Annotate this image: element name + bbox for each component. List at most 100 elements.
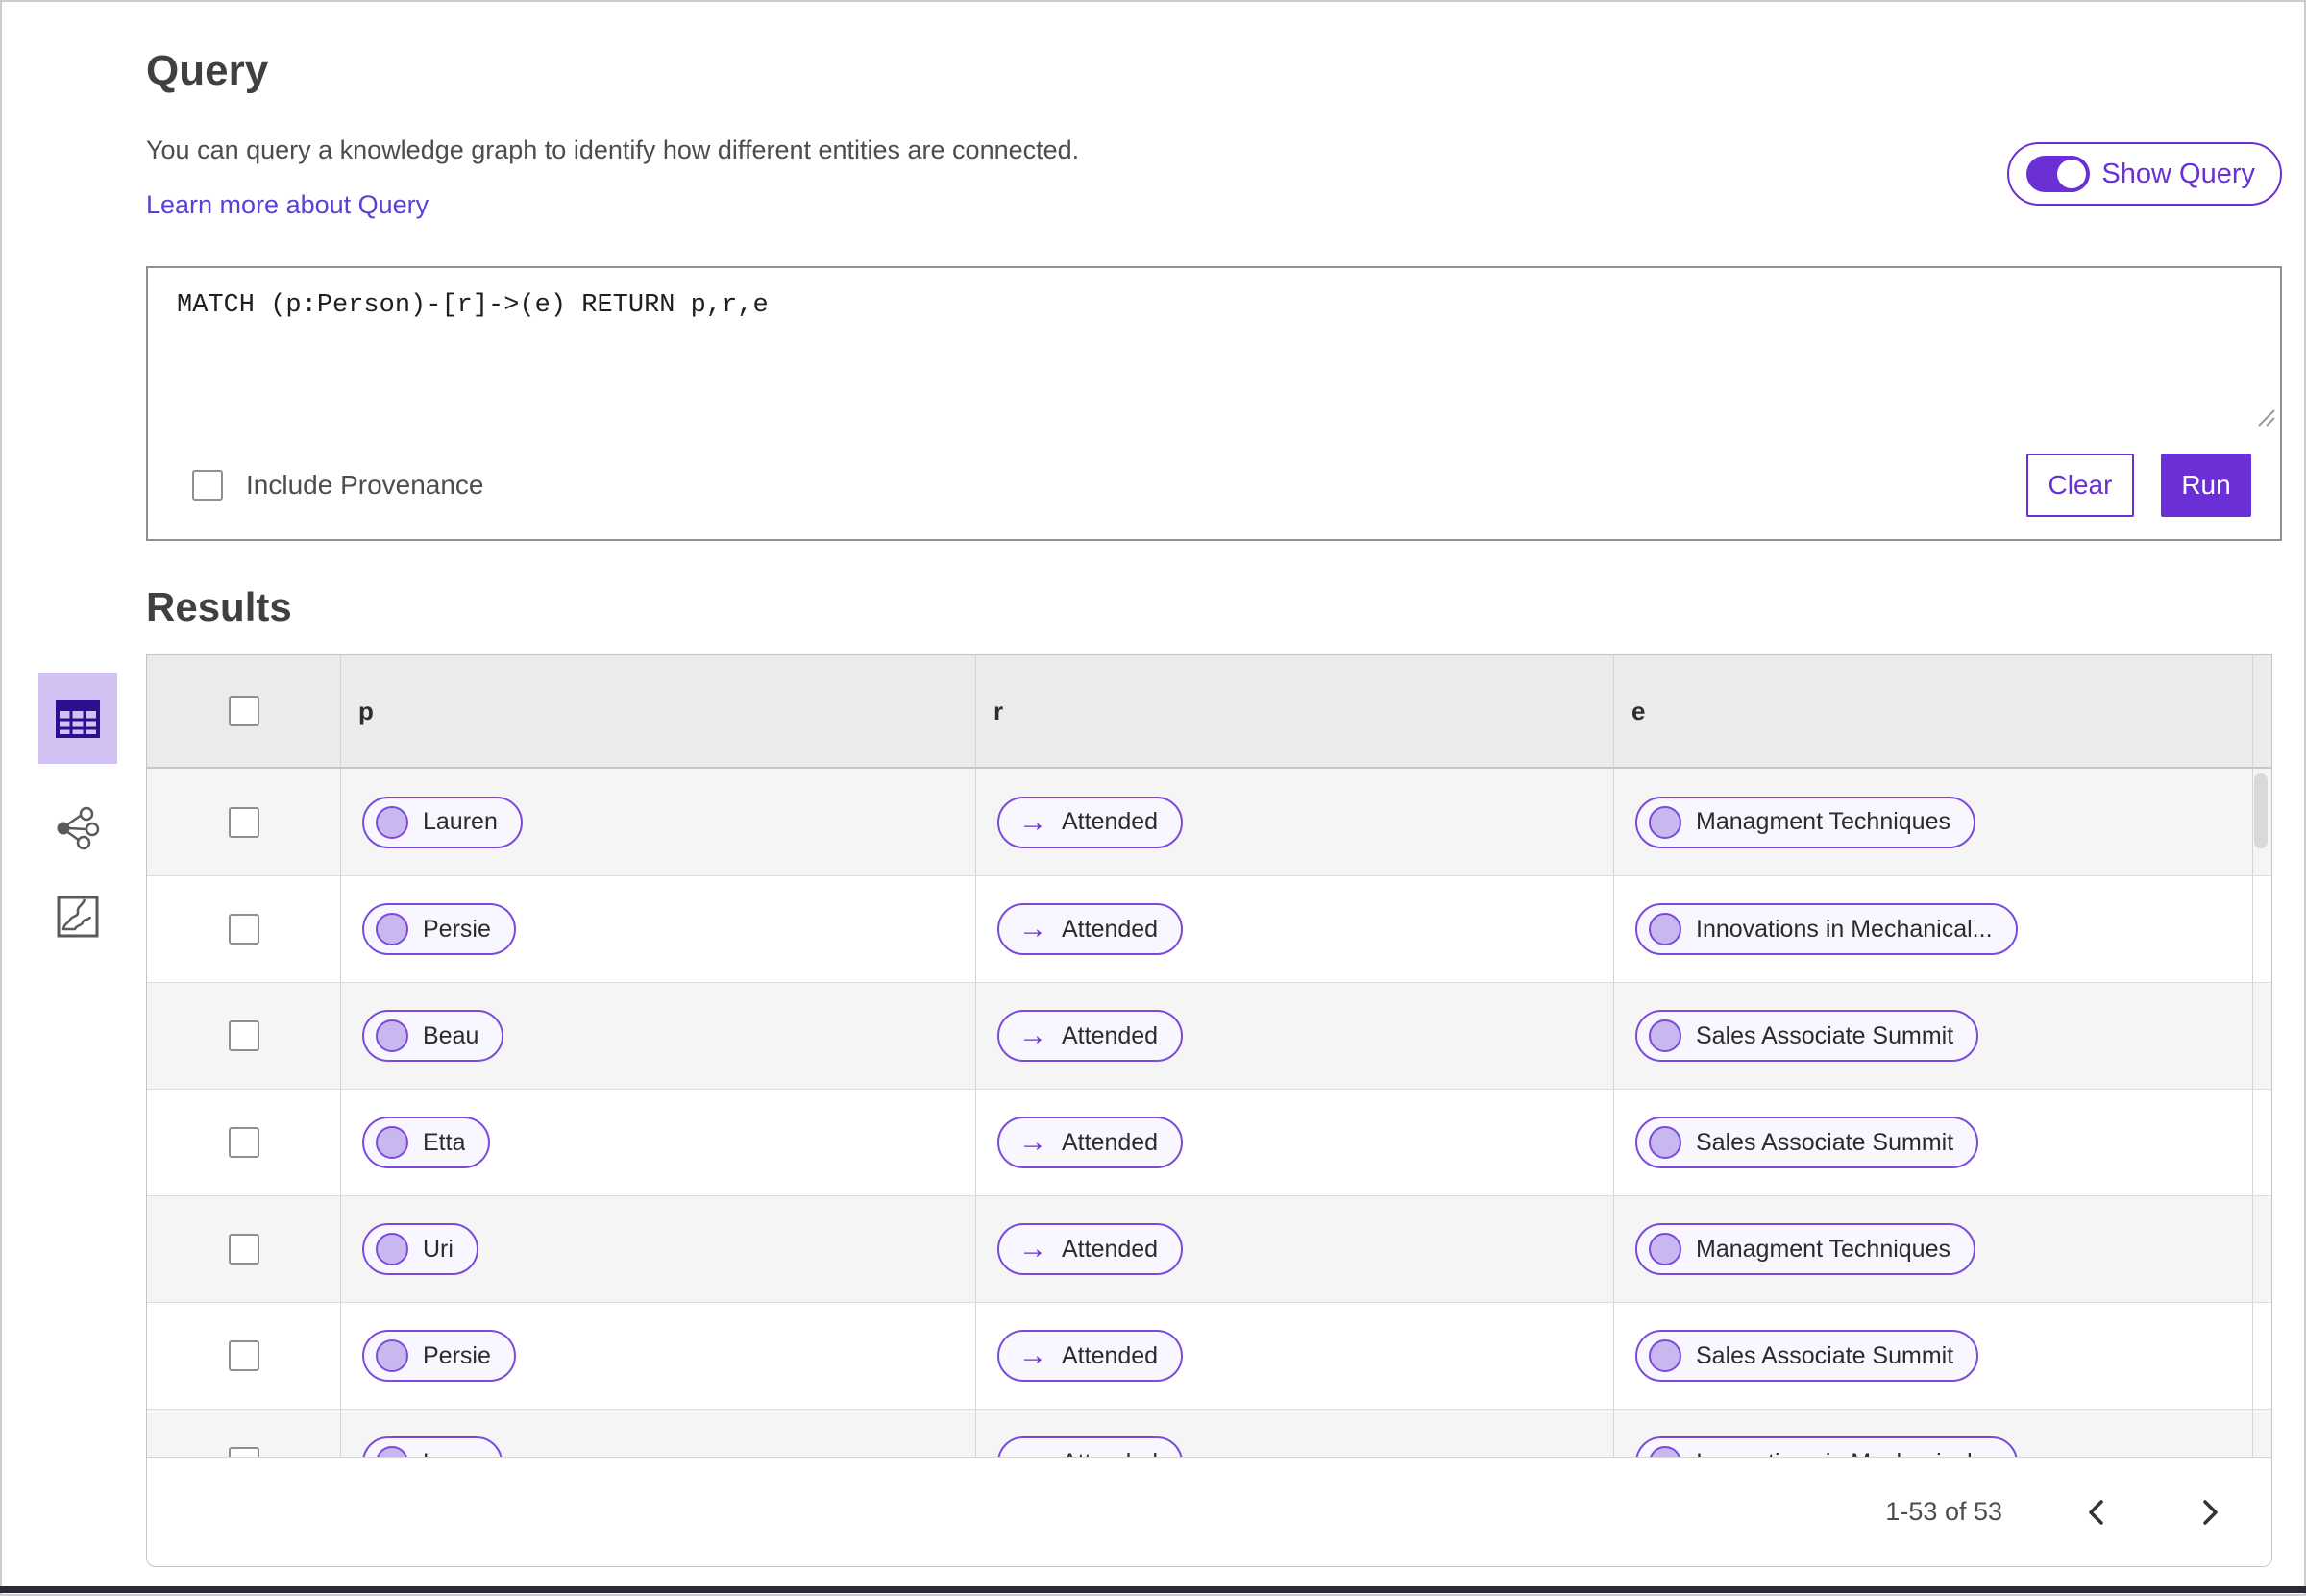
entity-node-icon: [376, 805, 408, 839]
cell-r: → Attended: [975, 1090, 1613, 1196]
row-relation[interactable]: → Attended: [997, 1223, 1184, 1276]
query-editor: MATCH (p:Person)-[r]->(e) RETURN p,r,e I…: [146, 266, 2282, 542]
network-view-icon: [57, 806, 100, 850]
row-relation[interactable]: → Attended: [997, 1117, 1184, 1169]
row-checkbox[interactable]: [228, 1234, 259, 1265]
entity-label: Managment Techniques: [1696, 1235, 1950, 1263]
cell-r: → Attended: [975, 983, 1613, 1090]
run-button[interactable]: Run: [2161, 454, 2251, 518]
entity-label: Etta: [423, 1128, 466, 1156]
cell-r: → Attended: [975, 1410, 1613, 1458]
entity-node-icon: [1649, 1446, 1681, 1458]
cell-e: Sales Associate Summit: [1613, 1090, 2252, 1196]
cell-p: Beau: [340, 983, 975, 1090]
row-scrollbar-spacer: [2252, 876, 2271, 983]
results-table: p r e Lauren → Attended Managment Techni…: [146, 654, 2272, 1568]
network-view-button[interactable]: [38, 804, 117, 852]
row-entity-p[interactable]: Beau: [362, 1010, 504, 1063]
results-title: Results: [146, 584, 292, 630]
cell-p: Etta: [340, 1090, 975, 1196]
row-relation[interactable]: → Attended: [997, 1330, 1184, 1383]
cell-e: Sales Associate Summit: [1613, 983, 2252, 1090]
row-relation[interactable]: → Attended: [997, 1010, 1184, 1063]
cell-r: → Attended: [975, 769, 1613, 876]
row-entity-p[interactable]: Lauren: [362, 796, 523, 848]
include-provenance-label: Include Provenance: [246, 470, 484, 501]
table-row[interactable]: Uri → Attended Managment Techniques: [147, 1195, 2271, 1303]
row-entity-p[interactable]: Uri: [362, 1223, 478, 1276]
result-view-switcher: [38, 673, 117, 941]
row-checkbox[interactable]: [228, 1340, 259, 1372]
window-bottom-edge: [0, 1586, 2306, 1593]
previous-page-button[interactable]: [2077, 1493, 2116, 1532]
select-all-cell: [147, 655, 340, 767]
entity-node-icon: [376, 1233, 408, 1266]
table-view-button[interactable]: [38, 673, 117, 764]
row-relation[interactable]: → Attended: [997, 903, 1184, 956]
row-entity-e[interactable]: Innovations in Mechanical...: [1635, 1436, 2018, 1458]
show-query-toggle[interactable]: Show Query: [2007, 142, 2282, 206]
table-row[interactable]: Beau → Attended Sales Associate Summit: [147, 982, 2271, 1090]
cell-e: Sales Associate Summit: [1613, 1303, 2252, 1410]
next-page-button[interactable]: [2191, 1493, 2229, 1532]
row-checkbox[interactable]: [228, 914, 259, 945]
map-view-button[interactable]: [38, 893, 117, 941]
cell-p: Persie: [340, 876, 975, 983]
entity-node-icon: [1649, 913, 1681, 946]
query-panel: Query You can query a knowledge graph to…: [146, 0, 2282, 1568]
row-entity-e[interactable]: Innovations in Mechanical...: [1635, 903, 2018, 956]
row-checkbox[interactable]: [228, 806, 259, 838]
cell-e: Managment Techniques: [1613, 769, 2252, 876]
row-entity-p[interactable]: Persie: [362, 1330, 516, 1383]
row-checkbox[interactable]: [228, 1447, 259, 1458]
vertical-scrollbar[interactable]: [2254, 773, 2268, 849]
entity-node-icon: [1649, 1126, 1681, 1160]
relation-label: Attended: [1062, 1235, 1159, 1263]
row-entity-e[interactable]: Sales Associate Summit: [1635, 1010, 1979, 1063]
row-scrollbar-spacer: [2252, 983, 2271, 1090]
entity-label: Persie: [423, 1341, 491, 1369]
table-row[interactable]: Etta → Attended Sales Associate Summit: [147, 1089, 2271, 1196]
include-provenance-checkbox[interactable]: [192, 470, 223, 502]
row-entity-p[interactable]: Larry: [362, 1436, 503, 1458]
query-actions-bar: Include Provenance Clear Run: [148, 431, 2280, 539]
entity-label: Lauren: [423, 808, 498, 836]
relation-label: Attended: [1062, 915, 1159, 943]
resize-handle-icon[interactable]: [2254, 405, 2275, 428]
row-relation[interactable]: → Attended: [997, 796, 1184, 848]
entity-label: Sales Associate Summit: [1696, 1128, 1954, 1156]
row-entity-p[interactable]: Persie: [362, 903, 516, 956]
row-select-cell: [147, 983, 340, 1089]
include-provenance-option[interactable]: Include Provenance: [192, 470, 484, 502]
entity-node-icon: [1649, 1233, 1681, 1266]
row-checkbox[interactable]: [228, 1127, 259, 1159]
row-entity-e[interactable]: Sales Associate Summit: [1635, 1330, 1979, 1383]
column-header-r: r: [975, 655, 1613, 768]
table-row[interactable]: Larry → Attended Innovations in Mechanic…: [147, 1409, 2271, 1458]
header-scrollbar-spacer: [2252, 655, 2271, 768]
learn-more-link[interactable]: Learn more about Query: [146, 190, 429, 220]
row-select-cell: [147, 769, 340, 875]
query-input[interactable]: MATCH (p:Person)-[r]->(e) RETURN p,r,e: [148, 268, 2280, 432]
entity-node-icon: [376, 1126, 408, 1160]
table-row[interactable]: Persie → Attended Innovations in Mechani…: [147, 875, 2271, 983]
relation-arrow-icon: →: [1018, 805, 1047, 838]
row-select-cell: [147, 876, 340, 982]
row-checkbox[interactable]: [228, 1020, 259, 1052]
pagination-bar: 1-53 of 53: [147, 1457, 2271, 1567]
row-entity-p[interactable]: Etta: [362, 1117, 491, 1169]
select-all-checkbox[interactable]: [228, 696, 259, 727]
clear-button[interactable]: Clear: [2026, 454, 2134, 518]
cell-p: Uri: [340, 1196, 975, 1303]
column-header-p: p: [340, 655, 975, 768]
toggle-on-icon[interactable]: [2026, 156, 2091, 192]
row-relation[interactable]: → Attended: [997, 1436, 1184, 1458]
toggle-knob: [2057, 160, 2087, 188]
row-entity-e[interactable]: Managment Techniques: [1635, 1223, 1975, 1276]
row-entity-e[interactable]: Sales Associate Summit: [1635, 1117, 1979, 1169]
relation-arrow-icon: →: [1018, 1448, 1047, 1458]
table-row[interactable]: Persie → Attended Sales Associate Summit: [147, 1302, 2271, 1410]
row-select-cell: [147, 1410, 340, 1458]
row-entity-e[interactable]: Managment Techniques: [1635, 796, 1975, 848]
table-row[interactable]: Lauren → Attended Managment Techniques: [147, 769, 2271, 876]
